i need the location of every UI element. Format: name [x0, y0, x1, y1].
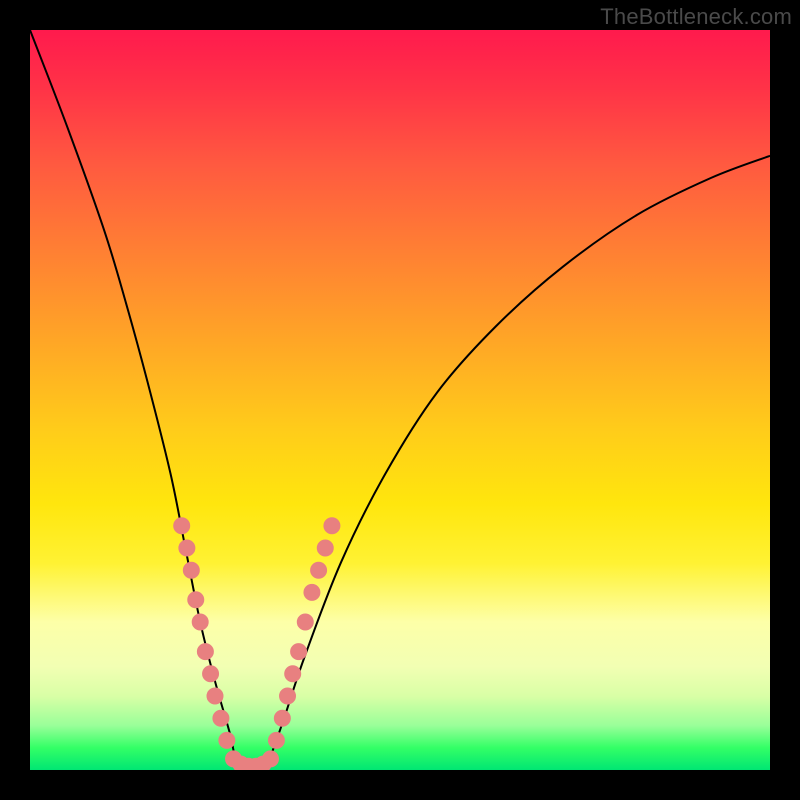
highlight-dot: [297, 614, 313, 630]
chart-svg: [30, 30, 770, 770]
watermark-text: TheBottleneck.com: [600, 4, 792, 30]
bottleneck-curve: [30, 30, 770, 770]
highlight-dot: [311, 562, 327, 578]
highlight-dot: [179, 540, 195, 556]
plot-area: [30, 30, 770, 770]
highlight-dot: [188, 592, 204, 608]
highlight-dot: [197, 644, 213, 660]
highlight-dots: [174, 518, 340, 770]
chart-frame: TheBottleneck.com: [0, 0, 800, 800]
highlight-dot: [174, 518, 190, 534]
highlight-dot: [203, 666, 219, 682]
highlight-dot: [291, 644, 307, 660]
highlight-dot: [213, 710, 229, 726]
highlight-dot: [280, 688, 296, 704]
highlight-dot: [192, 614, 208, 630]
highlight-dot: [274, 710, 290, 726]
highlight-dot: [207, 688, 223, 704]
highlight-dot: [268, 732, 284, 748]
highlight-dot: [219, 732, 235, 748]
highlight-dot: [324, 518, 340, 534]
highlight-dot: [317, 540, 333, 556]
highlight-dot: [183, 562, 199, 578]
highlight-dot: [304, 584, 320, 600]
highlight-dot: [285, 666, 301, 682]
highlight-dot: [263, 751, 279, 767]
